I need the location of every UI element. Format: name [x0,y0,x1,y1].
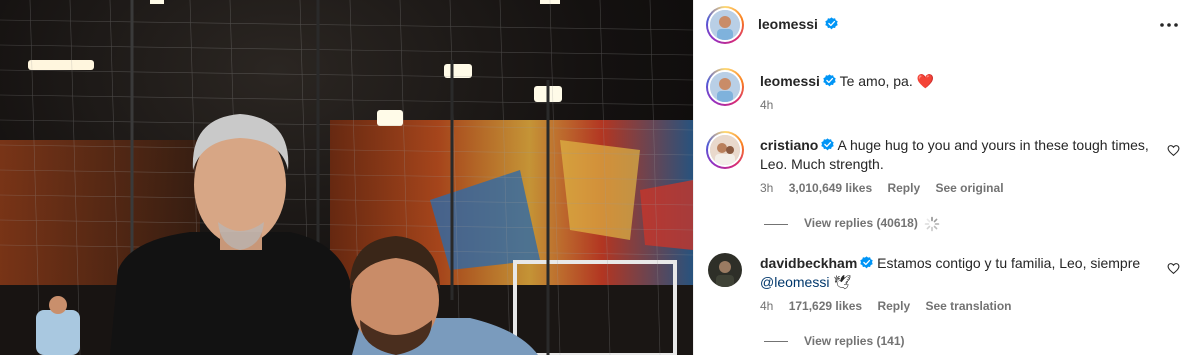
caption-time[interactable]: 4h [760,98,773,112]
like-heart-icon[interactable] [1167,262,1180,275]
verified-badge-icon [821,138,835,151]
loading-spinner-icon [924,216,940,232]
caption-avatar[interactable] [706,68,744,106]
comments-panel: leomessi leomessi Te amo, pa. ❤️ 4h cris… [693,0,1192,355]
replies-divider-line [764,341,788,343]
red-heart-emoji: ❤️ [916,73,935,89]
davidbeckham-comment-body: davidbeckham Estamos contigo y tu famili… [760,254,1160,292]
davidbeckham-meta: 4h 171,629 likes Reply See translation [760,299,1024,313]
davidbeckham-comment-text: Estamos contigo y tu familia, Leo, siemp… [877,255,1141,271]
verified-badge-icon [823,74,836,87]
caption-body: leomessi Te amo, pa. ❤️ [760,72,934,91]
post-photo[interactable] [0,0,693,355]
see-translation-button[interactable]: See translation [925,299,1011,313]
davidbeckham-view-replies-label[interactable]: View replies (141) [804,334,905,348]
more-horizontal-icon[interactable] [1159,15,1179,35]
cristiano-comment-body: cristiano A huge hug to you and yours in… [760,136,1160,174]
davidbeckham-username[interactable]: davidbeckham [760,255,857,271]
caption-username[interactable]: leomessi [760,73,820,89]
messi-avatar-image [710,10,740,40]
see-original-button[interactable]: See original [936,181,1004,195]
cristiano-comment-text-line2: Leo. Much strength. [760,156,884,172]
davidbeckham-view-replies[interactable]: View replies (141) [764,334,905,348]
caption-meta: 4h [760,98,785,112]
davidbeckham-avatar[interactable] [708,253,742,287]
mention-link[interactable]: @leomessi [760,274,829,290]
davidbeckham-reply-button[interactable]: Reply [877,299,910,313]
replies-divider-line [764,223,788,225]
post-image [0,0,693,355]
cristiano-view-replies[interactable]: View replies (40618) [764,216,940,232]
cristiano-time[interactable]: 3h [760,181,773,195]
cristiano-likes[interactable]: 3,010,649 likes [789,181,872,195]
header-username[interactable]: leomessi [758,16,818,32]
author-avatar[interactable] [706,6,744,44]
cristiano-username[interactable]: cristiano [760,137,818,153]
cristiano-comment-text-line1: A huge hug to you and yours in these tou… [837,137,1149,153]
cristiano-avatar-image [710,135,740,165]
caption-text: Te amo, pa. [839,73,913,89]
header-username-row: leomessi [758,16,839,34]
davidbeckham-likes[interactable]: 171,629 likes [789,299,862,313]
cristiano-reply-button[interactable]: Reply [887,181,920,195]
cristiano-view-replies-label[interactable]: View replies (40618) [804,216,918,230]
davidbeckham-avatar-image [708,253,742,287]
messi-avatar-image [710,72,740,102]
verified-badge-icon [860,256,873,269]
davidbeckham-time[interactable]: 4h [760,299,773,313]
like-heart-icon[interactable] [1167,144,1180,157]
dove-emoji: 🕊 [833,274,852,290]
cristiano-avatar[interactable] [706,131,744,169]
cristiano-meta: 3h 3,010,649 likes Reply See original [760,181,1016,195]
verified-badge-icon [825,17,839,30]
post-header: leomessi [694,0,1192,50]
